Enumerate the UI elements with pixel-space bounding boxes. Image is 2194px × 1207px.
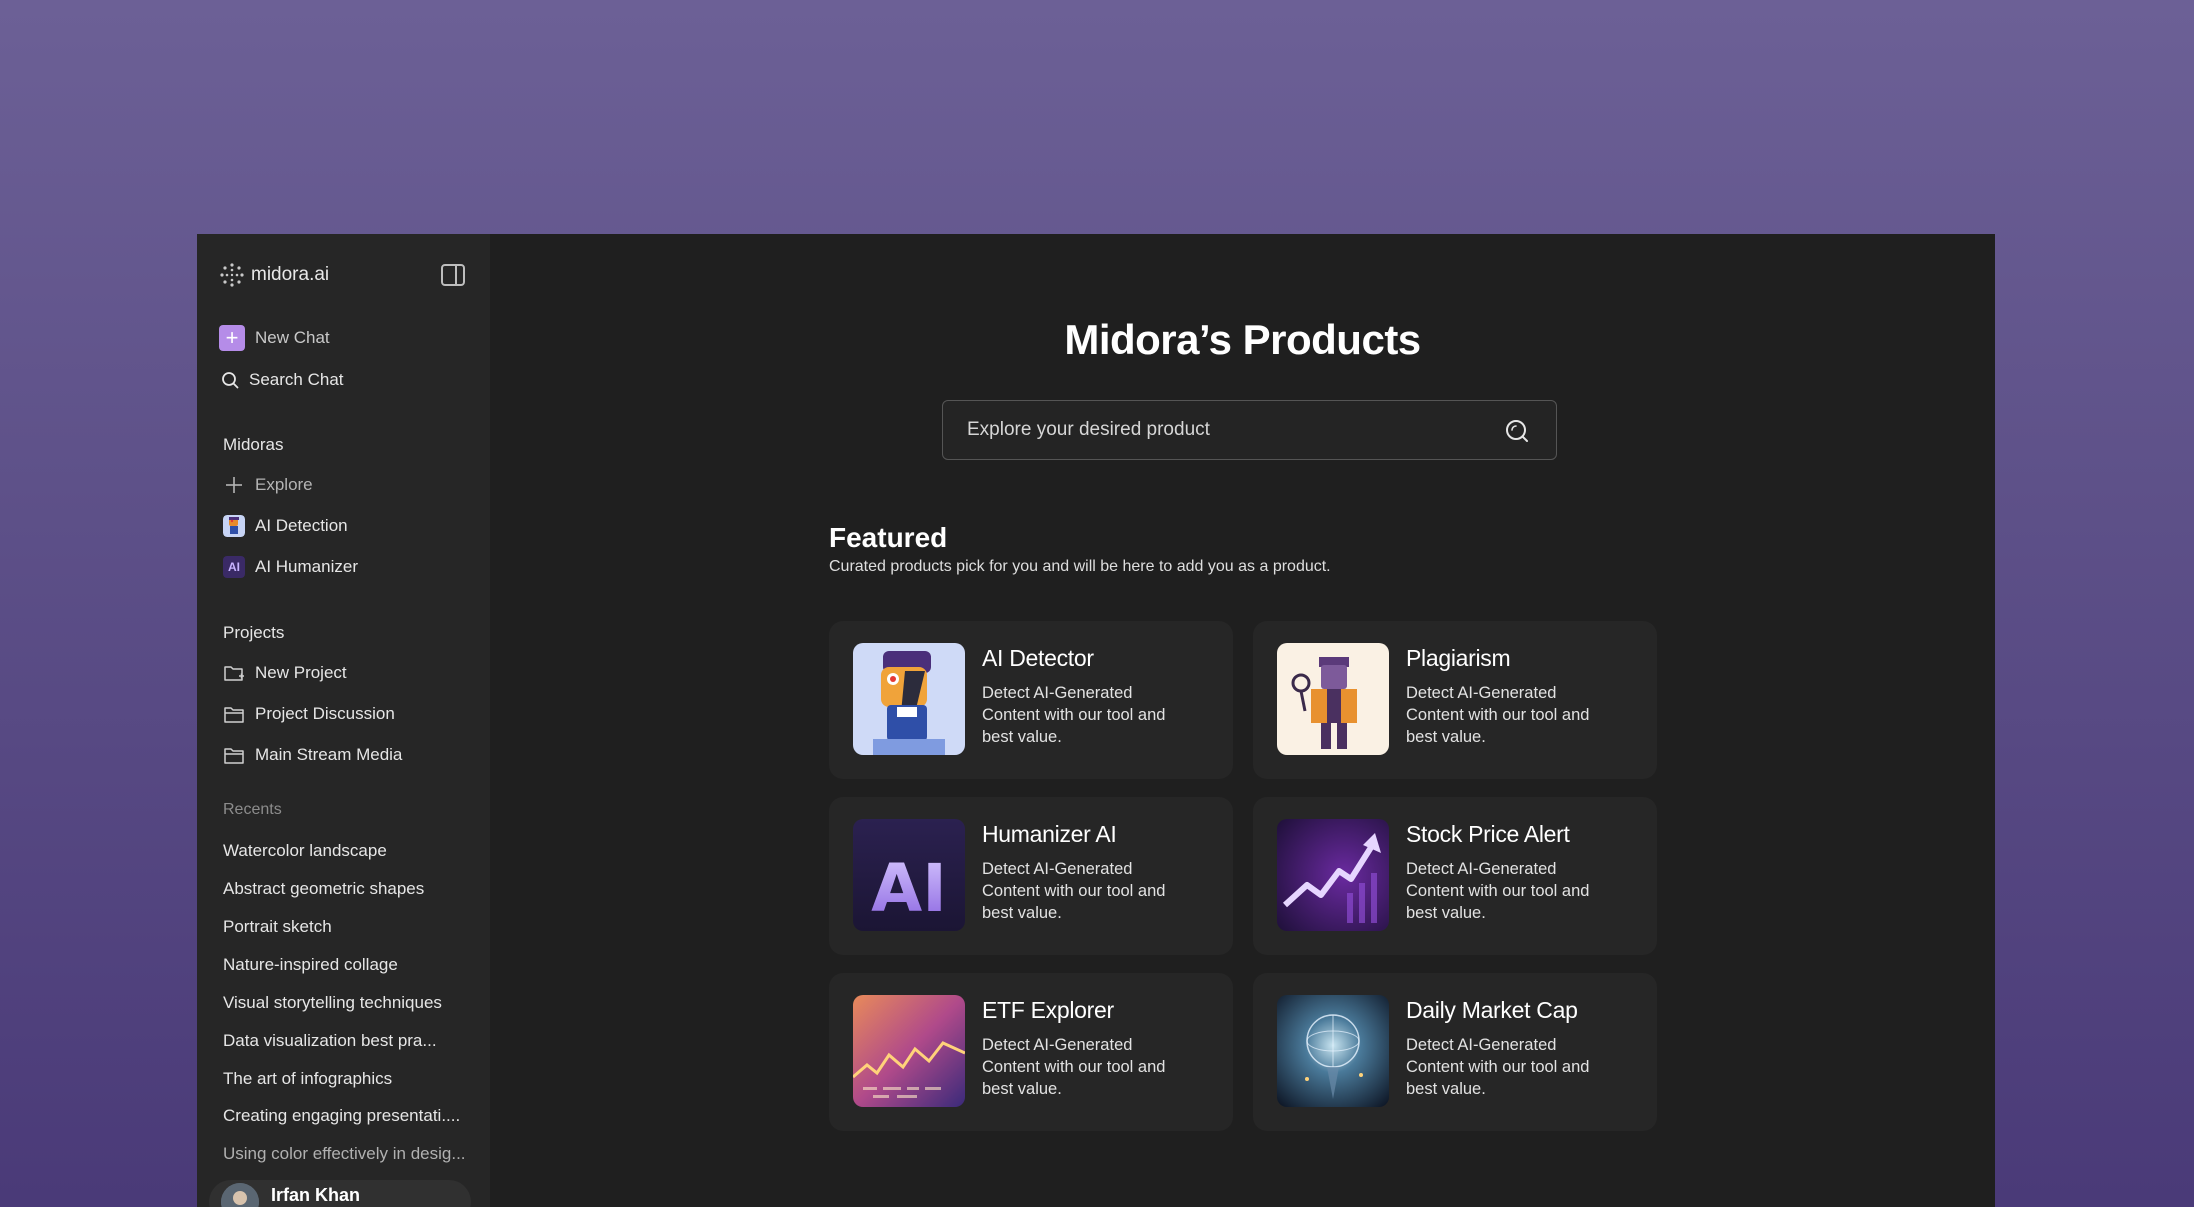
sidebar-item-label: AI Humanizer	[255, 557, 358, 576]
card-description: Detect AI-Generated Content with our too…	[982, 860, 1166, 922]
midoras-section-title: Midoras	[223, 435, 284, 454]
plus-icon	[226, 477, 242, 493]
card-title: Daily Market Cap	[1406, 997, 1578, 1023]
product-search-input[interactable]	[967, 401, 1487, 459]
sidebar-item-label: Main Stream Media	[255, 745, 403, 764]
sidebar-item-new-project[interactable]: New Project	[223, 662, 347, 684]
daily-market-cap-thumbnail	[1277, 995, 1389, 1107]
sidebar-item-label: AI Detection	[255, 516, 348, 535]
sidebar-item-main-stream-media[interactable]: Main Stream Media	[223, 744, 402, 766]
card-title: Plagiarism	[1406, 645, 1511, 671]
recent-item[interactable]: The art of infographics	[223, 1069, 392, 1089]
plus-icon: +	[219, 325, 245, 351]
card-text: Plagiarism Detect AI-Generated Content w…	[1406, 643, 1616, 779]
new-chat-button[interactable]: + New Chat	[219, 325, 330, 351]
card-title: ETF Explorer	[982, 997, 1114, 1023]
sidebar-item-label: Project Discussion	[255, 704, 395, 723]
sidebar-toggle-icon[interactable]	[440, 262, 466, 288]
sidebar-item-ai-detection[interactable]: AI Detection	[223, 515, 348, 537]
card-description: Detect AI-Generated Content with our too…	[1406, 860, 1590, 922]
page-title: Midora’s Products	[1064, 316, 1421, 363]
sidebar: midora.ai + New Chat Search Chat Midoras	[197, 234, 490, 1207]
card-text: AI Detector Detect AI-Generated Content …	[982, 643, 1192, 779]
folder-icon	[224, 748, 244, 764]
product-card-daily-market-cap[interactable]: Daily Market Cap Detect AI-Generated Con…	[1253, 973, 1657, 1131]
card-title: Stock Price Alert	[1406, 821, 1570, 847]
recent-item[interactable]: Using color effectively in desig...	[223, 1144, 466, 1164]
card-description: Detect AI-Generated Content with our too…	[1406, 684, 1590, 746]
avatar	[221, 1183, 259, 1207]
sidebar-item-label: New Project	[255, 663, 347, 682]
ai-detector-thumbnail	[853, 643, 965, 755]
product-card-etf-explorer[interactable]: ETF Explorer Detect AI-Generated Content…	[829, 973, 1233, 1131]
product-grid: AI Detector Detect AI-Generated Content …	[829, 621, 1657, 1131]
recent-item[interactable]: Watercolor landscape	[223, 841, 387, 861]
card-text: Stock Price Alert Detect AI-Generated Co…	[1406, 819, 1616, 955]
app-window: midora.ai + New Chat Search Chat Midoras	[197, 234, 1995, 1207]
product-card-ai-detector[interactable]: AI Detector Detect AI-Generated Content …	[829, 621, 1233, 779]
sidebar-item-ai-humanizer[interactable]: AI AI Humanizer	[223, 556, 358, 578]
card-description: Detect AI-Generated Content with our too…	[982, 684, 1166, 746]
recent-item[interactable]: Visual storytelling techniques	[223, 993, 442, 1013]
projects-section-title: Projects	[223, 623, 285, 642]
card-title: AI Detector	[982, 645, 1094, 671]
card-text: ETF Explorer Detect AI-Generated Content…	[982, 995, 1192, 1131]
recent-item[interactable]: Nature-inspired collage	[223, 955, 398, 975]
product-card-plagiarism[interactable]: Plagiarism Detect AI-Generated Content w…	[1253, 621, 1657, 779]
thumbnail-ai-text: AI	[871, 850, 947, 927]
recent-item[interactable]: Abstract geometric shapes	[223, 879, 424, 899]
card-description: Detect AI-Generated Content with our too…	[1406, 1036, 1590, 1098]
recent-item[interactable]: Data visualization best pra...	[223, 1031, 437, 1051]
sidebar-item-explore[interactable]: Explore	[223, 474, 313, 496]
product-card-humanizer-ai[interactable]: AI Humanizer AI Detect AI-Generated Cont…	[829, 797, 1233, 955]
folder-icon	[224, 707, 244, 723]
card-description: Detect AI-Generated Content with our too…	[982, 1036, 1166, 1098]
ai-detection-icon	[223, 515, 245, 537]
midora-logo-icon	[220, 263, 244, 287]
stock-price-alert-thumbnail	[1277, 819, 1389, 931]
search-chat-button[interactable]: Search Chat	[221, 370, 344, 390]
product-card-stock-price-alert[interactable]: Stock Price Alert Detect AI-Generated Co…	[1253, 797, 1657, 955]
user-avatar-icon	[221, 1183, 259, 1207]
etf-explorer-thumbnail	[853, 995, 965, 1107]
search-chat-label: Search Chat	[249, 370, 344, 389]
sidebar-item-project-discussion[interactable]: Project Discussion	[223, 703, 395, 725]
brand[interactable]: midora.ai	[219, 262, 329, 288]
folder-plus-icon	[224, 666, 244, 681]
user-name: Irfan Khan	[271, 1184, 361, 1205]
plagiarism-thumbnail	[1277, 643, 1389, 755]
featured-title: Featured	[829, 522, 948, 553]
recents-section-title: Recents	[223, 801, 282, 818]
card-title: Humanizer AI	[982, 821, 1117, 847]
product-search-box[interactable]	[942, 400, 1557, 460]
ai-humanizer-icon: AI	[223, 556, 245, 578]
recent-item[interactable]: Portrait sketch	[223, 917, 332, 937]
user-profile-button[interactable]: Irfan Khan	[209, 1180, 471, 1207]
search-icon	[222, 372, 239, 389]
card-text: Daily Market Cap Detect AI-Generated Con…	[1406, 995, 1616, 1131]
brand-name: midora.ai	[251, 264, 330, 285]
humanizer-ai-thumbnail: AI	[853, 819, 965, 931]
sidebar-header: midora.ai	[197, 260, 490, 290]
new-chat-label: New Chat	[255, 328, 330, 347]
card-text: Humanizer AI Detect AI-Generated Content…	[982, 819, 1192, 955]
main-content: Midora’s Products Featured Curated produ…	[490, 234, 1995, 1207]
featured-subtitle: Curated products pick for you and will b…	[829, 558, 1331, 575]
recent-item[interactable]: Creating engaging presentati....	[223, 1106, 460, 1126]
search-icon[interactable]	[1504, 418, 1530, 444]
sidebar-item-label: Explore	[255, 475, 313, 494]
